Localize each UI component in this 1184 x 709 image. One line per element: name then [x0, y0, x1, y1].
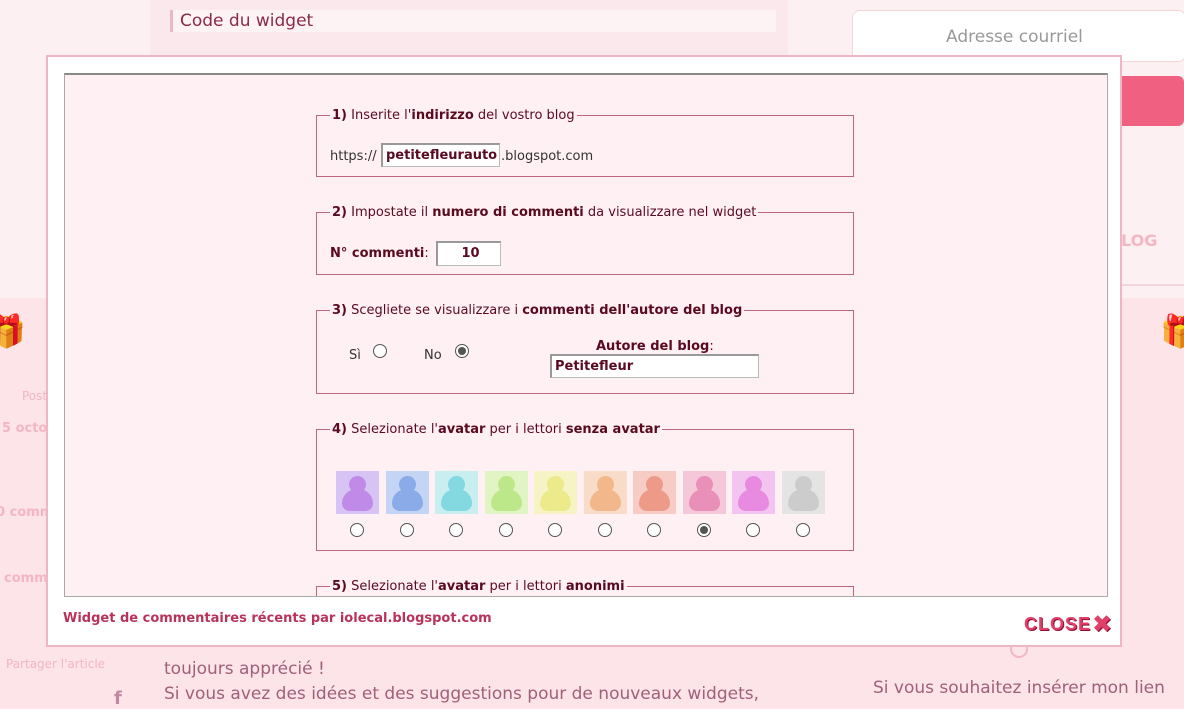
avatar-option[interactable] — [484, 471, 528, 514]
section-author-comments: 3) Scegliete se visualizzare i commenti … — [316, 303, 854, 394]
avatar-option[interactable] — [336, 471, 379, 514]
section-legend: 4) Selezionate l'avatar per i lettori se… — [332, 422, 660, 437]
avatar-option[interactable] — [385, 471, 429, 514]
avatar-radio[interactable] — [449, 523, 463, 537]
show-author-yes-radio[interactable] — [373, 344, 387, 358]
avatar-option[interactable] — [633, 471, 676, 514]
body-text-line: Si vous avez des idées et des suggestion… — [164, 684, 760, 704]
widget-config-modal: 1) Inserite l'indirizzo del vostro blog … — [46, 55, 1122, 647]
avatar-head — [547, 476, 564, 493]
avatar-option[interactable] — [682, 471, 726, 514]
widget-code-panel: Code du widget — [150, 0, 788, 56]
widget-code-label: Code du widget — [170, 10, 776, 32]
email-placeholder: Adresse courriel — [946, 27, 1083, 47]
avatar-head — [349, 476, 366, 493]
avatar-head — [398, 476, 416, 493]
section-anonymous-avatar: 5) Selezionate l'avatar per i lettori an… — [316, 579, 854, 596]
section-default-avatar: 4) Selezionate l'avatar per i lettori se… — [316, 422, 854, 551]
credit-link[interactable]: Widget de commentaires récents par iolec… — [63, 611, 492, 626]
avatar-radio[interactable] — [647, 523, 661, 537]
author-label: Autore del blog: — [596, 339, 714, 354]
avatar-radio[interactable] — [746, 523, 760, 537]
body-text-line: toujours apprécié ! — [164, 659, 325, 679]
date-fragment: 5 octo — [2, 421, 48, 436]
section-legend: 5) Selezionate l'avatar per i lettori an… — [332, 579, 625, 594]
comments-fragment: comm — [4, 571, 48, 586]
author-name-input[interactable]: Petitefleur — [550, 354, 759, 378]
section-legend: 2) Impostate il numero di commenti da vi… — [332, 205, 757, 220]
subscribe-button[interactable] — [1118, 76, 1184, 126]
avatar-option[interactable] — [534, 471, 577, 514]
gift-icon: 🎁 — [1160, 312, 1184, 350]
avatar-head — [695, 476, 713, 493]
close-button[interactable]: CLOSE ✖ — [1024, 611, 1112, 637]
avatar-radio[interactable] — [597, 523, 612, 537]
avatar-head — [448, 476, 465, 493]
avatar-radio[interactable] — [795, 523, 810, 537]
share-article-link[interactable]: Partager l'article — [6, 657, 105, 671]
blog-address-input[interactable]: petitefleurauto — [381, 143, 500, 167]
avatar-head — [497, 476, 515, 493]
avatar-option[interactable] — [732, 471, 775, 514]
sidebar-text-line: Si vous souhaitez insérer mon lien — [873, 678, 1165, 698]
avatar-option[interactable] — [435, 471, 478, 514]
show-author-no-radio[interactable] — [455, 344, 469, 358]
url-suffix: .blogspot.com — [501, 149, 594, 164]
comment-count-input[interactable]: 10 — [436, 241, 501, 266]
avatar-radio[interactable] — [399, 523, 414, 537]
avatar-head — [794, 476, 812, 493]
url-prefix: https:// — [330, 149, 377, 164]
config-frame: 1) Inserite l'indirizzo del vostro blog … — [64, 73, 1108, 597]
gift-icon: 🎁 — [0, 312, 26, 350]
avatar-option[interactable] — [583, 471, 627, 514]
facebook-icon[interactable]: f — [114, 688, 122, 709]
avatar-radio[interactable] — [548, 523, 562, 537]
avatar-head — [646, 476, 663, 493]
section-blog-address: 1) Inserite l'indirizzo del vostro blog … — [316, 108, 854, 177]
yes-label: Sì — [349, 348, 361, 363]
divider — [1121, 284, 1184, 286]
no-label: No — [424, 348, 442, 363]
section-legend: 1) Inserite l'indirizzo del vostro blog — [332, 108, 575, 123]
post-label-fragment: Post — [22, 389, 48, 403]
section-legend: 3) Scegliete se visualizzare i commenti … — [332, 303, 743, 318]
avatar-radio[interactable] — [498, 523, 513, 537]
blog-heading-fragment: LOG — [1121, 231, 1158, 250]
close-label: CLOSE — [1024, 613, 1092, 634]
avatar-head — [596, 476, 614, 493]
avatar-radio[interactable] — [350, 523, 364, 537]
avatar-option[interactable] — [781, 471, 825, 514]
comment-count-label: N° commenti: — [330, 246, 429, 261]
close-x-icon: ✖ — [1092, 610, 1113, 638]
avatar-head — [745, 476, 762, 493]
section-comment-count: 2) Impostate il numero di commenti da vi… — [316, 205, 854, 275]
avatar-radio[interactable] — [696, 523, 711, 537]
